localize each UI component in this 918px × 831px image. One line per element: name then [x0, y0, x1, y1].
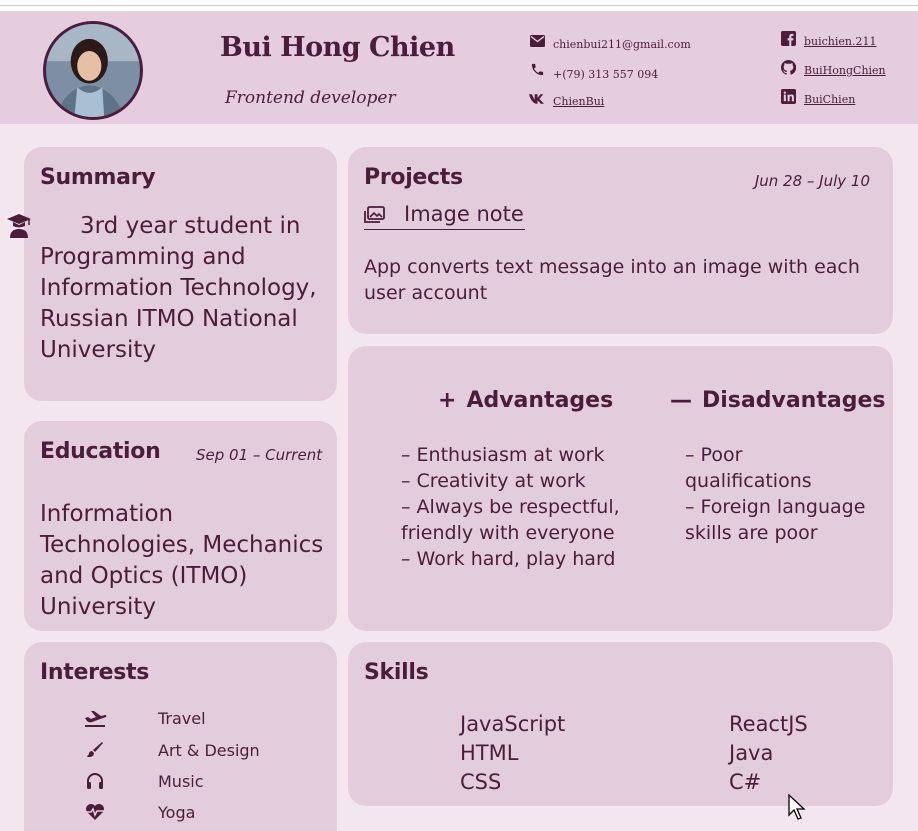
- vk-icon: [529, 90, 546, 107]
- person-role: Frontend developer: [225, 88, 396, 108]
- project-name[interactable]: Image note: [404, 202, 524, 226]
- pros-cons-card: + Advantages – Enthusiasm at work – Crea…: [348, 346, 893, 631]
- brush-icon: [82, 741, 108, 759]
- education-card: Education Sep 01 – Current Information T…: [24, 421, 337, 631]
- project-link[interactable]: Image note: [364, 202, 525, 230]
- linkedin-icon: [780, 88, 797, 105]
- images-icon: [364, 205, 392, 223]
- phone-text: +(79) 313 557 094: [553, 68, 659, 81]
- advantages-title: Advantages: [466, 388, 614, 413]
- advantage-item: – Creativity at work: [401, 470, 586, 492]
- projects-card: Projects Jun 28 – July 10 Image note App…: [348, 147, 893, 334]
- disadvantage-item: – Poor qualifications: [685, 444, 812, 492]
- skill-item: CSS: [460, 770, 502, 794]
- interest-label: Yoga: [158, 802, 196, 822]
- summary-title: Summary: [40, 165, 156, 190]
- interests-title: Interests: [40, 660, 150, 685]
- plus-icon: +: [438, 388, 457, 413]
- interest-label: Travel: [158, 708, 206, 728]
- interest-label: Art & Design: [158, 740, 260, 760]
- contact-email: chienbui211@gmail.com: [529, 32, 691, 51]
- project-description: App converts text message into an image …: [364, 256, 860, 304]
- contact-phone: +(79) 313 557 094: [529, 61, 659, 81]
- linkedin-link[interactable]: BuiChien: [804, 93, 855, 106]
- github-link[interactable]: BuiHongChien: [804, 64, 886, 77]
- interest-item: Art & Design: [82, 738, 260, 762]
- advantages-heading: + Advantages: [438, 388, 613, 413]
- skill-item: Java: [729, 741, 774, 765]
- education-text: Information Technologies, Mechanics and …: [40, 501, 324, 620]
- interest-label: Music: [158, 771, 204, 791]
- phone-icon: [529, 61, 546, 78]
- github-icon: [780, 59, 797, 76]
- skill-item: ReactJS: [729, 712, 808, 736]
- graduation-cap-icon: [6, 212, 32, 247]
- contact-facebook[interactable]: buichien.211: [780, 30, 877, 48]
- email-text: chienbui211@gmail.com: [553, 38, 691, 51]
- avatar-photo: [46, 24, 140, 117]
- education-date: Sep 01 – Current: [196, 446, 323, 464]
- plane-icon: [82, 709, 108, 727]
- contact-linkedin[interactable]: BuiChien: [780, 88, 855, 106]
- mouse-cursor-icon: [788, 793, 808, 822]
- education-title: Education: [40, 439, 161, 464]
- advantage-item: – Work hard, play hard: [401, 548, 616, 570]
- summary-card: Summary 3rd year student in Programming …: [7, 147, 337, 401]
- vk-link[interactable]: ChienBui: [553, 95, 604, 108]
- disadvantages-list: – Poor qualifications – Foreign language…: [685, 442, 875, 546]
- projects-date: Jun 28 – July 10: [754, 172, 870, 190]
- resume-header: Bui Hong Chien Frontend developer chienb…: [0, 12, 918, 124]
- advantages-list: – Enthusiasm at work – Creativity at wor…: [401, 442, 641, 572]
- skills-title: Skills: [364, 660, 429, 685]
- minus-icon: —: [670, 388, 692, 413]
- disadvantages-heading: — Disadvantages: [670, 388, 885, 413]
- interest-item: Yoga: [82, 800, 195, 824]
- skill-item: JavaScript: [460, 712, 566, 736]
- avatar: [43, 21, 143, 120]
- advantage-item: – Enthusiasm at work: [401, 444, 605, 466]
- contact-github[interactable]: BuiHongChien: [780, 59, 886, 77]
- disadvantages-title: Disadvantages: [702, 388, 886, 413]
- interests-card: Interests Travel Art & Design Music Yoga: [24, 642, 337, 831]
- disadvantage-item: – Foreign language skills are poor: [685, 496, 866, 544]
- advantage-item: – Always be respectful, friendly with ev…: [401, 496, 620, 544]
- person-name: Bui Hong Chien: [220, 32, 455, 63]
- facebook-icon: [780, 30, 797, 47]
- contact-vk[interactable]: ChienBui: [529, 90, 604, 108]
- interest-item: Travel: [82, 706, 206, 730]
- skill-item: HTML: [460, 741, 519, 765]
- skills-card: Skills JavaScript HTML CSS ReactJS Java …: [348, 642, 893, 806]
- browser-top-line: [0, 0, 918, 12]
- projects-title: Projects: [364, 165, 463, 190]
- heartbeat-icon: [82, 803, 108, 821]
- headphones-icon: [82, 772, 108, 790]
- skill-item: C#: [729, 770, 762, 794]
- summary-body: 3rd year student in Programming and Info…: [40, 213, 317, 363]
- envelope-icon: [529, 32, 546, 49]
- interest-item: Music: [82, 769, 204, 793]
- summary-text: 3rd year student in Programming and Info…: [7, 211, 330, 366]
- facebook-link[interactable]: buichien.211: [804, 35, 877, 48]
